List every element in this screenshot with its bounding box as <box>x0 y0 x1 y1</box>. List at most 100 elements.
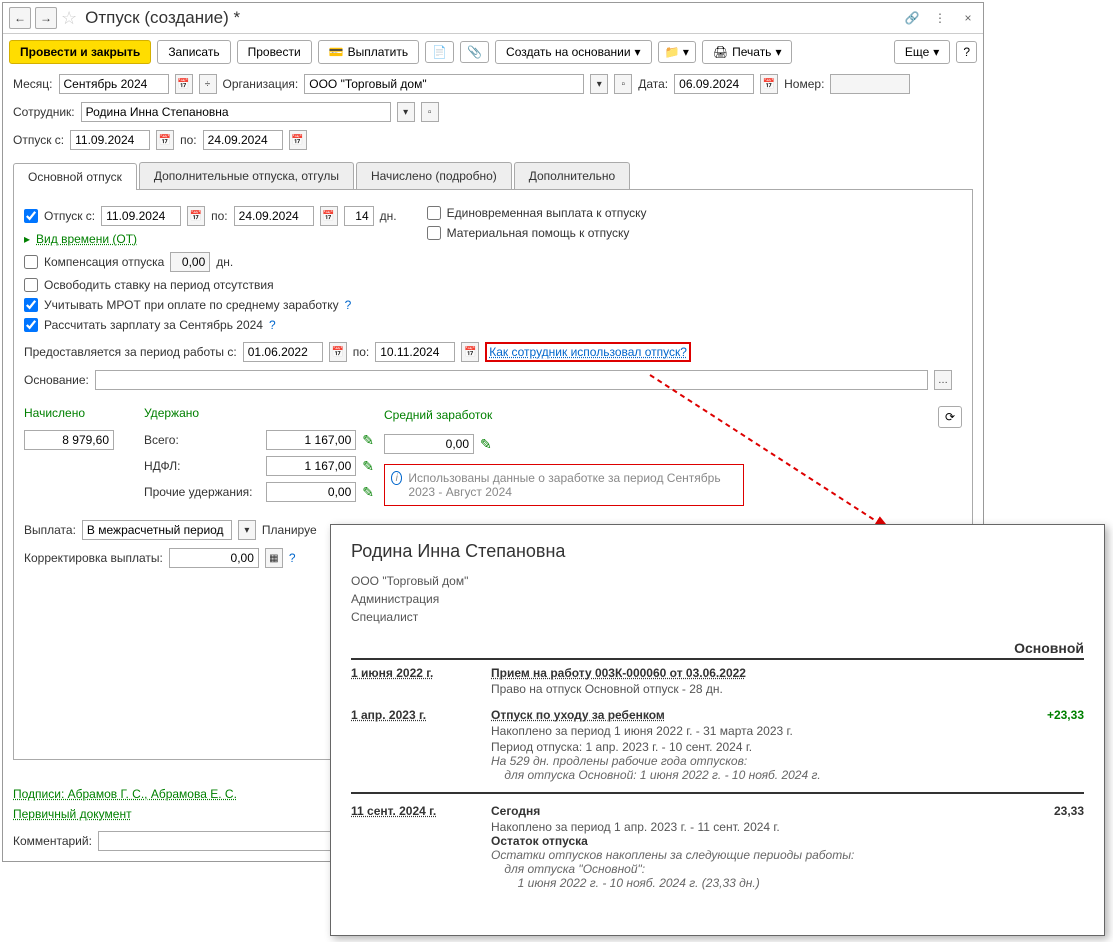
calc-salary-checkbox[interactable] <box>24 318 38 332</box>
ndfl-label: НДФЛ: <box>144 459 180 473</box>
total-input[interactable] <box>266 430 356 450</box>
create-from-button[interactable]: Создать на основании ▾ <box>495 40 652 64</box>
mrot-label: Учитывать МРОТ при оплате по среднему за… <box>44 298 339 312</box>
basis-input[interactable] <box>95 370 928 390</box>
employee-input[interactable] <box>81 102 391 122</box>
vfrom-cal-icon[interactable]: 📅 <box>156 130 174 150</box>
tab-from-cal-icon[interactable]: 📅 <box>187 206 205 226</box>
folder-icon-button[interactable]: 📁 ▾ <box>658 41 696 63</box>
withheld-header: Удержано <box>144 406 374 420</box>
period-to-input[interactable] <box>375 342 455 362</box>
basis-open-icon[interactable]: … <box>934 370 952 390</box>
popup-row-date: 11 сент. 2024 г. <box>351 804 491 890</box>
date-label: Дата: <box>638 77 668 91</box>
info-icon: i <box>391 471 402 485</box>
tab-additional[interactable]: Дополнительные отпуска, отгулы <box>139 162 354 189</box>
pfrom-cal-icon[interactable]: 📅 <box>329 342 347 362</box>
vacation-from-input[interactable] <box>70 130 150 150</box>
refresh-button[interactable]: ⟳ <box>938 406 962 428</box>
pencil-icon[interactable]: ✎ <box>362 432 374 449</box>
popup-row-content: СегодняНакоплено за период 1 апр. 2023 г… <box>491 804 1024 890</box>
print-button[interactable]: 🖨 Печать ▾ <box>702 40 793 64</box>
correction-calc-icon[interactable]: ▦ <box>265 548 283 568</box>
pencil-icon[interactable]: ✎ <box>362 458 374 475</box>
tab-main[interactable]: Основной отпуск <box>13 163 137 190</box>
attach-icon-button[interactable]: 📎 <box>460 41 489 63</box>
month-spin-icon[interactable]: ÷ <box>199 74 217 94</box>
lumpsum-checkbox[interactable] <box>427 206 441 220</box>
payment-input[interactable] <box>82 520 232 540</box>
org-open-icon[interactable]: ▫ <box>614 74 632 94</box>
vacation-to-input[interactable] <box>203 130 283 150</box>
tab-to-cal-icon[interactable]: 📅 <box>320 206 338 226</box>
more-icon[interactable]: ⋮ <box>931 9 949 27</box>
popup-row-date: 1 апр. 2023 г. <box>351 708 491 782</box>
tab-from-input[interactable] <box>101 206 181 226</box>
wallet-icon: 💳 <box>329 45 344 59</box>
month-cal-icon[interactable]: 📅 <box>175 74 193 94</box>
popup-row-value: +23,33 <box>1024 708 1084 782</box>
tab-to-input[interactable] <box>234 206 314 226</box>
org-dropdown-icon[interactable]: ▾ <box>590 74 608 94</box>
correction-input[interactable] <box>169 548 259 568</box>
employee-open-icon[interactable]: ▫ <box>421 102 439 122</box>
employee-dropdown-icon[interactable]: ▾ <box>397 102 415 122</box>
days-input[interactable] <box>344 206 374 226</box>
usage-link[interactable]: Как сотрудник использовал отпуск? <box>489 345 687 359</box>
signatures-link[interactable]: Подписи: Абрамов Г. С., Абрамова Е. С. <box>13 787 237 801</box>
pto-cal-icon[interactable]: 📅 <box>461 342 479 362</box>
popup-name: Родина Инна Степановна <box>351 541 1084 562</box>
calc-help-icon[interactable]: ? <box>269 318 276 332</box>
payment-label: Выплата: <box>24 523 76 537</box>
org-label: Организация: <box>223 77 299 91</box>
help-button[interactable]: ? <box>956 41 977 63</box>
more-button[interactable]: Еще ▾ <box>894 40 950 64</box>
doc-icon-button[interactable]: 📄 <box>425 41 454 63</box>
popup-org: ООО "Торговый дом" <box>351 572 1084 590</box>
avg-input[interactable] <box>384 434 474 454</box>
favorite-icon[interactable]: ☆ <box>61 8 77 29</box>
primary-doc-link[interactable]: Первичный документ <box>13 807 132 821</box>
employee-label: Сотрудник: <box>13 105 75 119</box>
aid-checkbox[interactable] <box>427 226 441 240</box>
days-suffix: дн. <box>380 209 397 223</box>
page-title: Отпуск (создание) * <box>85 8 899 28</box>
aid-label: Материальная помощь к отпуску <box>447 226 630 240</box>
release-checkbox[interactable] <box>24 278 38 292</box>
number-label: Номер: <box>784 77 824 91</box>
org-input[interactable] <box>304 74 584 94</box>
comp-suffix: дн. <box>216 255 233 269</box>
month-input[interactable] <box>59 74 169 94</box>
other-label: Прочие удержания: <box>144 485 253 499</box>
mrot-help-icon[interactable]: ? <box>345 298 352 312</box>
compensation-checkbox[interactable] <box>24 255 38 269</box>
popup-section: Основной <box>351 640 1084 660</box>
tab-extra[interactable]: Дополнительно <box>514 162 630 189</box>
pay-button[interactable]: 💳Выплатить <box>318 40 419 64</box>
period-to-label: по: <box>353 345 370 359</box>
pencil-icon[interactable]: ✎ <box>480 436 492 453</box>
link-icon[interactable]: 🔗 <box>903 9 921 27</box>
date-input[interactable] <box>674 74 754 94</box>
close-icon[interactable]: × <box>959 9 977 27</box>
ndfl-input[interactable] <box>266 456 356 476</box>
nav-forward-button[interactable]: → <box>35 7 57 29</box>
vacation-checkbox[interactable] <box>24 209 38 223</box>
tab-to-label: по: <box>211 209 228 223</box>
time-type-link[interactable]: Вид времени (ОТ) <box>36 232 137 246</box>
post-close-button[interactable]: Провести и закрыть <box>9 40 151 64</box>
post-button[interactable]: Провести <box>237 40 312 64</box>
payment-dropdown-icon[interactable]: ▾ <box>238 520 256 540</box>
vto-cal-icon[interactable]: 📅 <box>289 130 307 150</box>
date-cal-icon[interactable]: 📅 <box>760 74 778 94</box>
pencil-icon[interactable]: ✎ <box>362 484 374 501</box>
accrued-input[interactable] <box>24 430 114 450</box>
nav-back-button[interactable]: ← <box>9 7 31 29</box>
correction-help-icon[interactable]: ? <box>289 551 296 565</box>
mrot-checkbox[interactable] <box>24 298 38 312</box>
vacation-usage-popup: Родина Инна Степановна ООО "Торговый дом… <box>330 524 1105 936</box>
save-button[interactable]: Записать <box>157 40 230 64</box>
period-from-input[interactable] <box>243 342 323 362</box>
other-input[interactable] <box>266 482 356 502</box>
tab-accrued[interactable]: Начислено (подробно) <box>356 162 512 189</box>
